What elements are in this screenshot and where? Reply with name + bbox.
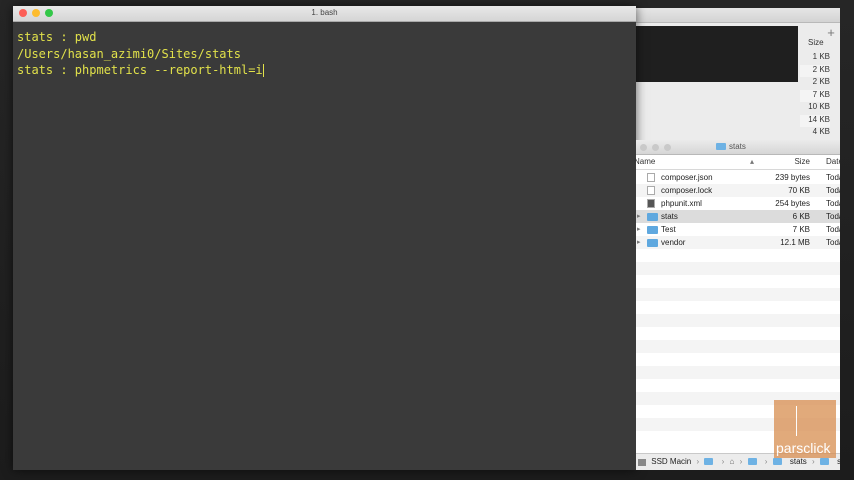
- file-date: Today: [826, 225, 840, 234]
- file-row[interactable]: composer.lock 70 KB Today: [636, 184, 840, 197]
- terminal-window[interactable]: 1. bash stats : pwd /Users/hasan_azimi0/…: [13, 6, 636, 470]
- disclosure-triangle-icon[interactable]: ▸: [637, 212, 641, 220]
- chevron-right-icon: ›: [739, 457, 743, 466]
- path-crumb[interactable]: stats: [837, 454, 840, 470]
- document-icon: [647, 173, 655, 182]
- empty-row: [636, 275, 840, 288]
- file-name: vendor: [661, 238, 686, 247]
- folder-icon[interactable]: [704, 458, 714, 466]
- terminal-command: stats : phpmetrics --report-html=i: [17, 63, 263, 77]
- column-header-row: Name ▴ Size Date: [634, 154, 840, 170]
- file-size: 239 bytes: [775, 173, 810, 182]
- file-size: 12.1 MB: [780, 238, 810, 247]
- add-tab-button[interactable]: +: [822, 24, 840, 42]
- list-item-size: 2 KB: [812, 77, 830, 86]
- list-item-size: 7 KB: [800, 89, 830, 102]
- empty-row: [636, 288, 840, 301]
- path-disk[interactable]: SSD Macin: [651, 454, 691, 470]
- file-date: Today: [826, 186, 840, 195]
- folder-row[interactable]: ▸ vendor 12.1 MB Today: [636, 236, 840, 249]
- file-name: Test: [661, 225, 676, 234]
- terminal-titlebar[interactable]: 1. bash: [13, 6, 636, 22]
- size-column-header[interactable]: Size: [808, 38, 824, 47]
- file-size: 7 KB: [792, 225, 810, 234]
- disclosure-triangle-icon[interactable]: ▸: [637, 225, 641, 233]
- chevron-right-icon: ›: [721, 457, 725, 466]
- chevron-right-icon: ›: [696, 457, 700, 466]
- chevron-right-icon: ›: [764, 457, 768, 466]
- file-row[interactable]: phpunit.xml 254 bytes Today: [636, 197, 840, 210]
- file-row[interactable]: composer.json 239 bytes Today: [636, 171, 840, 184]
- finder-title-text: stats: [729, 142, 746, 151]
- file-date: Today: [826, 199, 840, 208]
- date-column-header[interactable]: Date: [826, 157, 840, 166]
- logo-mark-icon: [796, 406, 831, 436]
- file-name: composer.json: [661, 173, 713, 182]
- terminal-output[interactable]: stats : pwd /Users/hasan_azimi0/Sites/st…: [13, 22, 636, 86]
- empty-row: [636, 301, 840, 314]
- file-size: 6 KB: [792, 212, 810, 221]
- xml-file-icon: [647, 199, 655, 208]
- background-window-titlebar[interactable]: [636, 8, 840, 23]
- background-size-list: 1 KB 2 KB 2 KB 7 KB 10 KB 14 KB 4 KB: [800, 52, 830, 140]
- text-cursor: [262, 64, 264, 77]
- folder-icon: [819, 458, 829, 466]
- terminal-line: /Users/hasan_azimi0/Sites/stats: [17, 46, 241, 61]
- empty-row: [636, 314, 840, 327]
- folder-icon: [716, 143, 726, 150]
- empty-row: [636, 353, 840, 366]
- file-date: Today: [826, 238, 840, 247]
- folder-icon: [647, 239, 658, 247]
- empty-row: [636, 379, 840, 392]
- folder-icon[interactable]: [747, 458, 757, 466]
- zoom-window-button[interactable]: [664, 144, 671, 151]
- list-item-size: 14 KB: [800, 114, 830, 127]
- terminal-input-line[interactable]: stats : phpmetrics --report-html=i: [17, 62, 632, 79]
- file-name: phpunit.xml: [661, 199, 702, 208]
- size-column-header[interactable]: Size: [794, 157, 810, 166]
- folder-icon: [772, 458, 782, 466]
- file-name: stats: [661, 212, 678, 221]
- home-icon[interactable]: ⌂: [730, 454, 735, 470]
- name-column-header[interactable]: Name: [634, 157, 655, 166]
- close-window-button[interactable]: [640, 144, 647, 151]
- file-size: 254 bytes: [775, 199, 810, 208]
- file-name: composer.lock: [661, 186, 713, 195]
- file-date: Today: [826, 173, 840, 182]
- list-item-size: 1 KB: [812, 52, 830, 61]
- empty-row: [636, 340, 840, 353]
- folder-icon: [647, 226, 658, 234]
- folder-row-selected[interactable]: ▸ stats 6 KB Today: [636, 210, 840, 223]
- empty-row: [636, 262, 840, 275]
- terminal-title: 1. bash: [311, 8, 338, 17]
- disclosure-triangle-icon[interactable]: ▸: [637, 238, 641, 246]
- folder-row[interactable]: ▸ Test 7 KB Today: [636, 223, 840, 236]
- sort-chevron-icon[interactable]: ▴: [750, 157, 754, 166]
- finder-titlebar[interactable]: stats: [636, 140, 840, 155]
- document-icon: [647, 186, 655, 195]
- list-item-size: 4 KB: [812, 127, 830, 136]
- disk-icon: [638, 458, 646, 466]
- watermark-text: parsclick: [776, 440, 831, 456]
- list-item-size: 10 KB: [808, 102, 830, 111]
- terminal-line: stats : pwd: [17, 30, 97, 44]
- file-size: 70 KB: [788, 186, 810, 195]
- empty-row: [636, 366, 840, 379]
- finder-title: stats: [716, 142, 746, 151]
- folder-icon: [647, 213, 658, 221]
- empty-row: [636, 249, 840, 262]
- background-window-dark-pane: [636, 26, 798, 82]
- minimize-window-button[interactable]: [652, 144, 659, 151]
- file-date: Today: [826, 212, 840, 221]
- empty-row: [636, 327, 840, 340]
- list-item-size: 2 KB: [800, 64, 830, 77]
- watermark-logo: parsclick: [774, 400, 836, 458]
- background-finder-window[interactable]: + Size 1 KB 2 KB 2 KB 7 KB 10 KB 14 KB 4…: [636, 8, 840, 140]
